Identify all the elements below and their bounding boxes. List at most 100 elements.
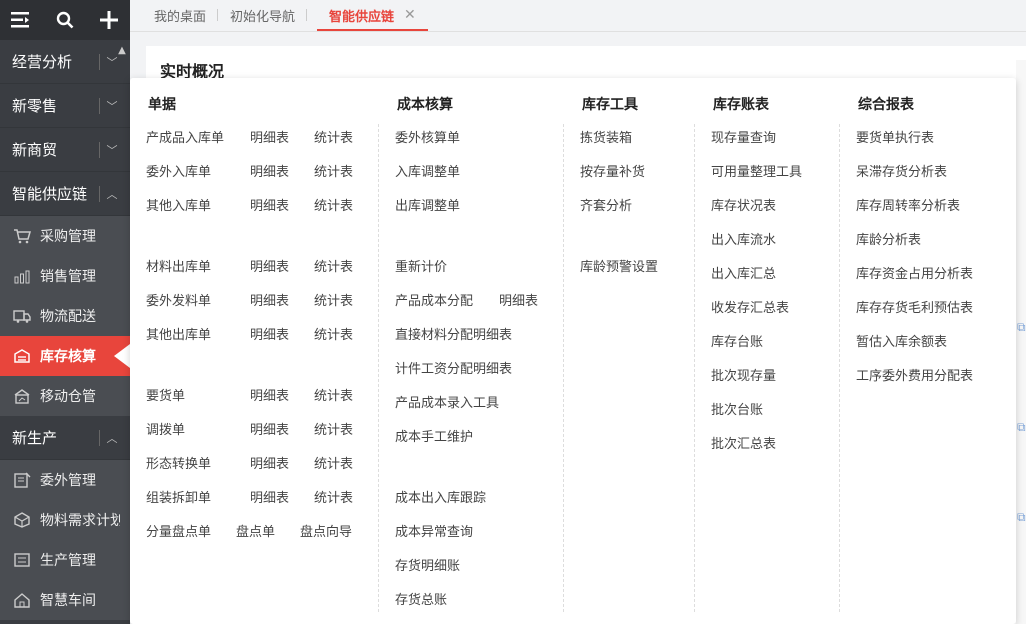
menu-link[interactable]: 明细表 bbox=[250, 161, 289, 180]
menu-link[interactable]: 明细表 bbox=[250, 195, 289, 214]
menu-link[interactable]: 明细表 bbox=[250, 324, 289, 343]
tab-smart-supply-chain[interactable]: 智能供应链 ✕ bbox=[317, 0, 428, 31]
menu-link[interactable]: 库存存货毛利预估表 bbox=[856, 297, 973, 316]
sidebar-category-new-retail[interactable]: 新零售 ﹀ bbox=[0, 84, 130, 128]
menu-link[interactable]: 统计表 bbox=[314, 195, 353, 214]
menu-link[interactable]: 产品成本分配 bbox=[395, 290, 473, 309]
sidebar-item-mobile-warehouse[interactable]: 移动仓管 bbox=[0, 376, 130, 416]
menu-link[interactable]: 齐套分析 bbox=[580, 195, 632, 214]
tab-divider bbox=[306, 9, 308, 21]
menu-link[interactable]: 库龄预警设置 bbox=[580, 256, 658, 275]
menu-link[interactable]: 委外核算单 bbox=[395, 127, 460, 146]
menu-link[interactable]: 明细表 bbox=[250, 419, 289, 438]
sidebar-category-business-analysis[interactable]: 经营分析 ﹀ bbox=[0, 40, 130, 84]
menu-link[interactable]: 库存周转率分析表 bbox=[856, 195, 960, 214]
menu-link[interactable]: 统计表 bbox=[314, 487, 353, 506]
menu-link[interactable]: 要货单 bbox=[146, 385, 185, 404]
menu-link[interactable]: 明细表 bbox=[250, 256, 289, 275]
menu-link[interactable]: 直接材料分配明细表 bbox=[395, 324, 512, 343]
sidebar-item-purchase[interactable]: 采购管理 bbox=[0, 216, 130, 256]
partial-link-icon-3: ⧉ bbox=[1017, 510, 1026, 524]
menu-link[interactable]: 其他出库单 bbox=[146, 324, 211, 343]
menu-link[interactable]: 收发存汇总表 bbox=[711, 297, 789, 316]
menu-link[interactable]: 批次现存量 bbox=[711, 365, 776, 384]
menu-link[interactable]: 形态转换单 bbox=[146, 453, 211, 472]
menu-link[interactable]: 统计表 bbox=[314, 453, 353, 472]
tab-init-nav[interactable]: 初始化导航 bbox=[218, 0, 308, 31]
sidebar-item-outsourcing[interactable]: 委外管理 bbox=[0, 460, 130, 500]
menu-link[interactable]: 明细表 bbox=[499, 290, 538, 309]
sidebar-item-label: 采购管理 bbox=[40, 229, 96, 245]
menu-link[interactable]: 库存资金占用分析表 bbox=[856, 263, 973, 282]
menu-link[interactable]: 明细表 bbox=[250, 290, 289, 309]
sidebar-category-new-production[interactable]: 新生产 ︿ bbox=[0, 416, 130, 460]
sidebar-category-new-commerce[interactable]: 新商贸 ﹀ bbox=[0, 128, 130, 172]
menu-icon[interactable] bbox=[10, 9, 32, 31]
menu-link[interactable]: 出入库流水 bbox=[711, 229, 776, 248]
menu-link[interactable]: 产成品入库单 bbox=[146, 127, 224, 146]
menu-link[interactable]: 库存状况表 bbox=[711, 195, 776, 214]
menu-link[interactable]: 盘点向导 bbox=[300, 521, 352, 540]
menu-link[interactable]: 明细表 bbox=[250, 487, 289, 506]
menu-link[interactable]: 现存量查询 bbox=[711, 127, 776, 146]
menu-link[interactable]: 统计表 bbox=[314, 161, 353, 180]
tab-label: 我的桌面 bbox=[154, 9, 207, 25]
sidebar-category-smart-supply-chain[interactable]: 智能供应链 ︿ bbox=[0, 172, 130, 216]
sidebar-item-production[interactable]: 生产管理 bbox=[0, 540, 130, 580]
menu-link[interactable]: 工序委外费用分配表 bbox=[856, 365, 973, 384]
menu-link[interactable]: 统计表 bbox=[314, 324, 353, 343]
menu-link[interactable]: 要货单执行表 bbox=[856, 127, 934, 146]
menu-link[interactable]: 产品成本录入工具 bbox=[395, 392, 499, 411]
menu-link[interactable]: 委外入库单 bbox=[146, 161, 211, 180]
close-icon[interactable]: ✕ bbox=[404, 7, 416, 23]
menu-link[interactable]: 存货明细账 bbox=[395, 555, 460, 574]
sidebar-item-smart-workshop[interactable]: 智慧车间 bbox=[0, 580, 130, 620]
menu-link[interactable]: 出入库汇总 bbox=[711, 263, 776, 282]
menu-link[interactable]: 呆滞存货分析表 bbox=[856, 161, 947, 180]
sidebar-item-logistics[interactable]: 物流配送 bbox=[0, 296, 130, 336]
menu-link[interactable]: 重新计价 bbox=[395, 256, 447, 275]
menu-link[interactable]: 库存台账 bbox=[711, 331, 763, 350]
sidebar-item-sales[interactable]: 销售管理 bbox=[0, 256, 130, 296]
menu-link[interactable]: 计件工资分配明细表 bbox=[395, 358, 512, 377]
menu-link[interactable]: 拣货装箱 bbox=[580, 127, 632, 146]
sidebar-item-inventory-accounting[interactable]: 库存核算 bbox=[0, 336, 130, 376]
menu-link[interactable]: 存货总账 bbox=[395, 589, 447, 608]
menu-link[interactable]: 统计表 bbox=[314, 127, 353, 146]
search-icon[interactable] bbox=[54, 9, 76, 31]
menu-link[interactable]: 调拨单 bbox=[146, 419, 185, 438]
menu-link[interactable]: 批次台账 bbox=[711, 399, 763, 418]
menu-link[interactable]: 组装拆卸单 bbox=[146, 487, 211, 506]
menu-link[interactable]: 成本手工维护 bbox=[395, 426, 473, 445]
menu-link[interactable]: 出库调整单 bbox=[395, 195, 460, 214]
menu-link[interactable]: 可用量整理工具 bbox=[711, 161, 802, 180]
menu-link[interactable]: 暂估入库余额表 bbox=[856, 331, 947, 350]
menu-link[interactable]: 材料出库单 bbox=[146, 256, 211, 275]
add-icon[interactable] bbox=[98, 9, 120, 31]
tab-my-desktop[interactable]: 我的桌面 bbox=[142, 0, 219, 31]
menu-link[interactable]: 明细表 bbox=[250, 127, 289, 146]
menu-link[interactable]: 明细表 bbox=[250, 385, 289, 404]
partial-link-icon: ⧉ bbox=[1017, 320, 1026, 334]
menu-link[interactable]: 统计表 bbox=[314, 290, 353, 309]
column-divider bbox=[694, 124, 695, 612]
workshop-icon bbox=[12, 590, 32, 610]
menu-link[interactable]: 批次汇总表 bbox=[711, 433, 776, 452]
menu-link[interactable]: 成本出入库跟踪 bbox=[395, 487, 486, 506]
menu-column-documents: 单据 产成品入库单 明细表 统计表 委外入库单 明细表 统计表 其他入库单 明细表 统计表 材料出… bbox=[130, 78, 380, 624]
menu-link[interactable]: 入库调整单 bbox=[395, 161, 460, 180]
menu-link[interactable]: 统计表 bbox=[314, 385, 353, 404]
column-header: 单据 bbox=[148, 97, 176, 113]
menu-link[interactable]: 分量盘点单 bbox=[146, 521, 211, 540]
column-divider bbox=[378, 124, 379, 612]
menu-link[interactable]: 盘点单 bbox=[236, 521, 275, 540]
menu-link[interactable]: 明细表 bbox=[250, 453, 289, 472]
menu-link[interactable]: 统计表 bbox=[314, 256, 353, 275]
menu-link[interactable]: 委外发料单 bbox=[146, 290, 211, 309]
menu-link[interactable]: 成本异常查询 bbox=[395, 521, 473, 540]
menu-link[interactable]: 按存量补货 bbox=[580, 161, 645, 180]
menu-link[interactable]: 统计表 bbox=[314, 419, 353, 438]
menu-link[interactable]: 库龄分析表 bbox=[856, 229, 921, 248]
menu-link[interactable]: 其他入库单 bbox=[146, 195, 211, 214]
sidebar-item-mrp[interactable]: 物料需求计划 bbox=[0, 500, 130, 540]
